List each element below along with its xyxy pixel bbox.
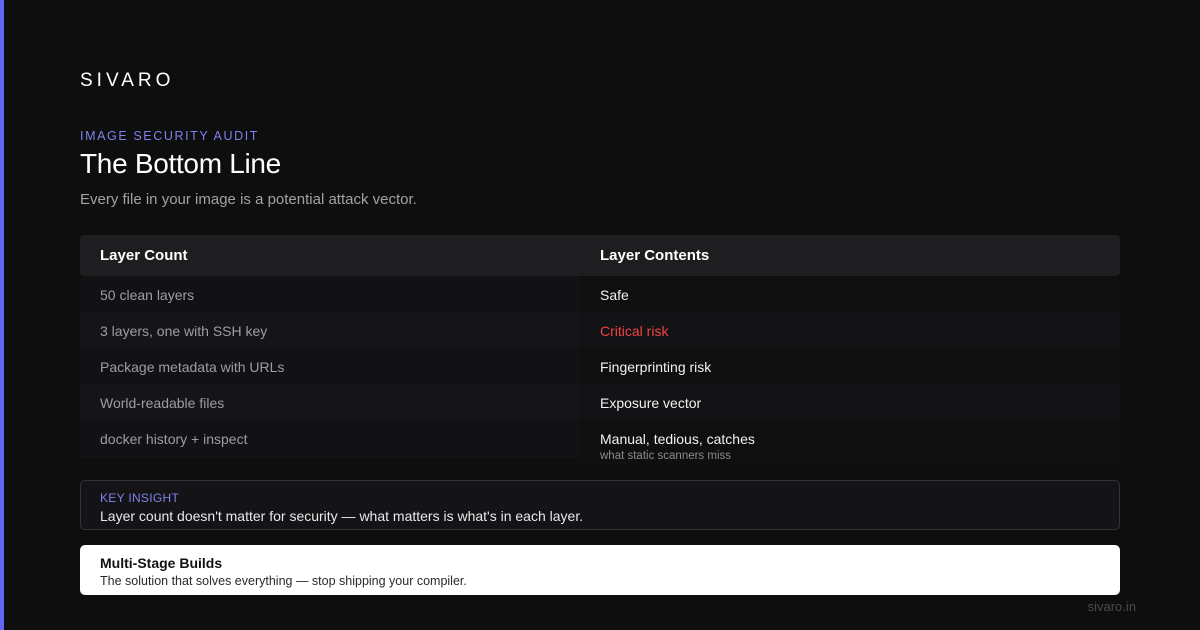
comparison-table: Layer Count Layer Contents 50 clean laye…: [80, 235, 1120, 466]
header-layer-count: Layer Count: [100, 247, 188, 264]
insight-label: KEY INSIGHT: [100, 491, 180, 505]
layer-count-cell: 50 clean layers: [80, 276, 580, 312]
layer-count-cell: World-readable files: [80, 384, 580, 420]
layer-contents-cell-critical: Critical risk: [580, 312, 1120, 348]
solution-callout: Multi-Stage Builds The solution that sol…: [80, 545, 1120, 595]
slide: SIVARO IMAGE SECURITY AUDIT The Bottom L…: [0, 0, 1200, 630]
table-row: Package metadata with URLs Fingerprintin…: [80, 348, 1120, 384]
table-row: World-readable files Exposure vector: [80, 384, 1120, 420]
layer-contents-cell: Exposure vector: [580, 384, 1120, 420]
layer-contents-text: Manual, tedious, catches: [600, 431, 755, 447]
header-layer-contents: Layer Contents: [600, 247, 710, 264]
page-subtitle: Every file in your image is a potential …: [80, 191, 417, 208]
layer-contents-cell: Fingerprinting risk: [580, 348, 1120, 384]
key-insight-callout: KEY INSIGHT Layer count doesn't matter f…: [80, 480, 1120, 530]
solution-title: Multi-Stage Builds: [100, 555, 223, 571]
brand-logo: SIVARO: [80, 70, 175, 91]
eyebrow-label: IMAGE SECURITY AUDIT: [80, 129, 260, 143]
table-row: 3 layers, one with SSH key Critical risk: [80, 312, 1120, 348]
solution-text: The solution that solves everything — st…: [100, 574, 467, 588]
table-row: docker history + inspect Manual, tedious…: [80, 420, 1120, 466]
layer-count-cell: 3 layers, one with SSH key: [80, 312, 580, 348]
layer-count-cell: docker history + inspect: [80, 420, 580, 458]
accent-bar: [0, 0, 4, 630]
layer-contents-cell: Manual, tedious, catches what static sca…: [580, 420, 1120, 466]
table-row: 50 clean layers Safe: [80, 276, 1120, 312]
layer-count-cell: Package metadata with URLs: [80, 348, 580, 384]
page-title: The Bottom Line: [80, 148, 281, 179]
layer-contents-note: what static scanners miss: [600, 450, 732, 462]
layer-contents-cell: Safe: [580, 276, 1120, 312]
footer-url: sivaro.in: [1087, 599, 1136, 614]
table-header: Layer Count Layer Contents: [80, 235, 1120, 276]
insight-text: Layer count doesn't matter for security …: [100, 508, 584, 524]
